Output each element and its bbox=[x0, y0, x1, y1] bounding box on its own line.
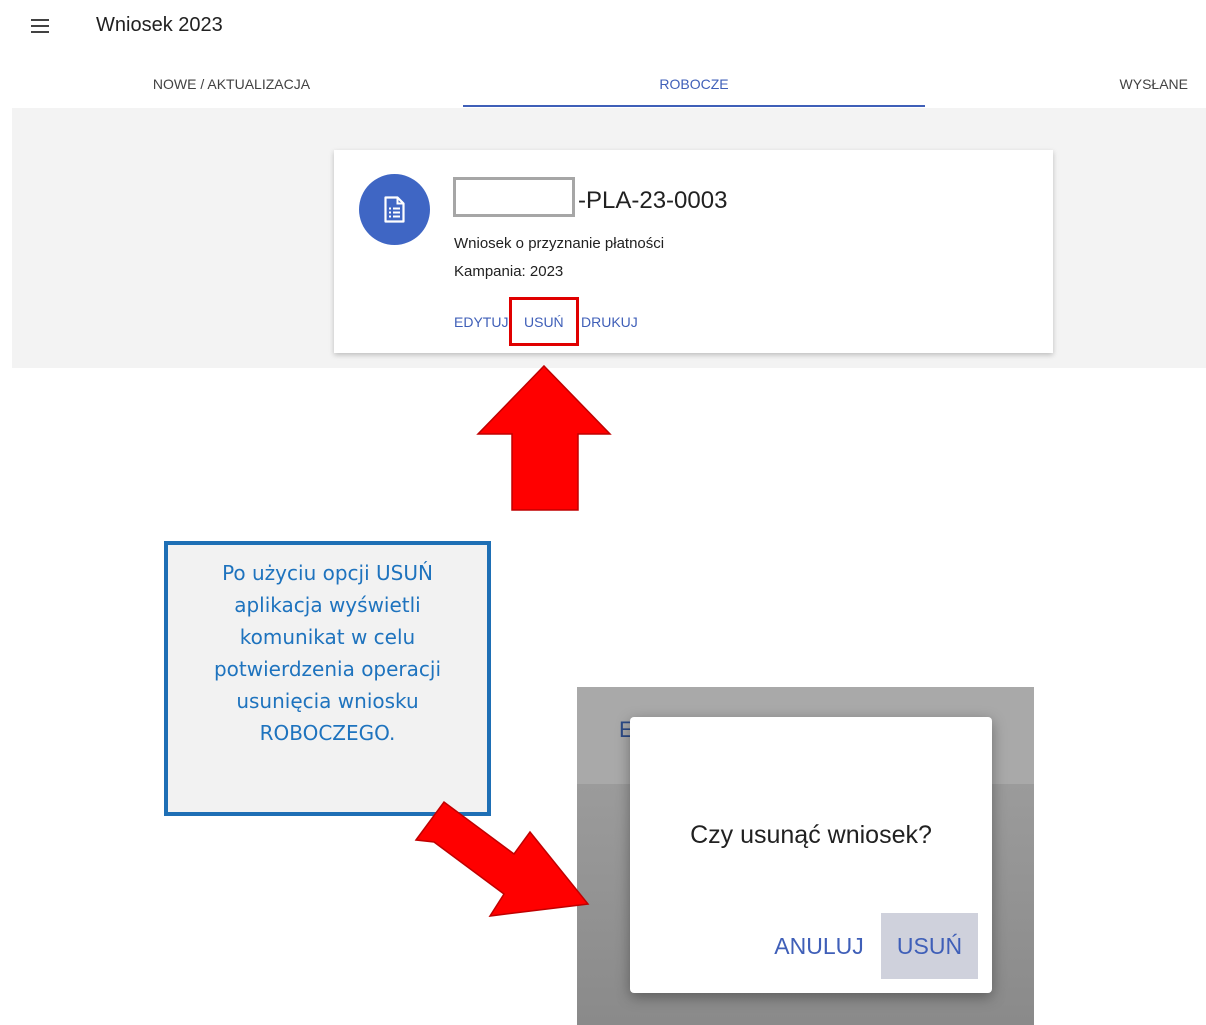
diagonal-arrow-icon bbox=[414, 800, 590, 917]
tab-new-update[interactable]: NOWE / AKTUALIZACJA bbox=[0, 62, 463, 106]
callout-line: aplikacja wyświetli bbox=[234, 593, 421, 617]
application-card: -PLA-23-0003 Wniosek o przyznanie płatno… bbox=[334, 150, 1053, 353]
app-bar: Wniosek 2023 bbox=[0, 0, 1206, 55]
active-tab-indicator bbox=[463, 105, 925, 107]
instruction-callout: Po użyciu opcji USUŃ aplikacja wyświetli… bbox=[164, 541, 491, 816]
hamburger-menu-icon[interactable] bbox=[31, 19, 49, 33]
app-title: Wniosek 2023 bbox=[96, 14, 223, 36]
delete-highlight-frame bbox=[509, 297, 579, 346]
document-list-icon bbox=[359, 174, 430, 245]
application-number: -PLA-23-0003 bbox=[578, 187, 728, 214]
callout-line: usunięcia wniosku bbox=[236, 689, 419, 713]
callout-line: ROBOCZEGO. bbox=[259, 721, 396, 745]
callout-line: potwierdzenia operacji bbox=[213, 657, 442, 681]
callout-line: komunikat w celu bbox=[239, 625, 416, 649]
application-campaign: Kampania: 2023 bbox=[454, 263, 564, 280]
dialog-screenshot: E Czy usunąć wniosek? ANULUJ USUŃ bbox=[577, 687, 1034, 1025]
tab-drafts[interactable]: ROBOCZE bbox=[463, 62, 925, 106]
confirm-delete-dialog: Czy usunąć wniosek? ANULUJ USUŃ bbox=[630, 717, 992, 993]
edit-button[interactable]: EDYTUJ bbox=[454, 314, 508, 330]
application-type: Wniosek o przyznanie płatności bbox=[454, 235, 665, 252]
up-arrow-icon bbox=[476, 364, 612, 511]
redacted-id-box bbox=[453, 177, 575, 217]
document-list-icon-glyph bbox=[384, 196, 405, 223]
cancel-button[interactable]: ANULUJ bbox=[764, 913, 874, 979]
confirm-delete-button[interactable]: USUŃ bbox=[881, 913, 978, 979]
dialog-question: Czy usunąć wniosek? bbox=[690, 821, 932, 849]
tab-bar: NOWE / AKTUALIZACJA ROBOCZE WYSŁANE bbox=[0, 62, 1206, 108]
tab-sent[interactable]: WYSŁANE bbox=[925, 62, 1206, 106]
print-button[interactable]: DRUKUJ bbox=[581, 314, 638, 330]
callout-line: Po użyciu opcji USUŃ bbox=[222, 561, 433, 585]
